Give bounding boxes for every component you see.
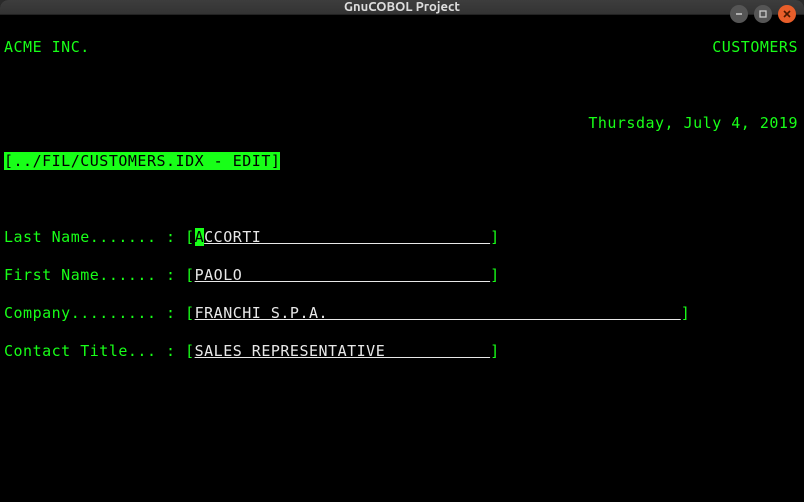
file-mode-line: [../FIL/CUSTOMERS.IDX - EDIT]	[4, 152, 280, 170]
field-label: Contact Title... :	[4, 342, 185, 360]
field-company: Company......... : [FRANCHI S.P.A. ]	[4, 304, 798, 323]
field-contact-title: Contact Title... : [SALES REPRESENTATIVE…	[4, 342, 798, 361]
field-label: First Name...... :	[4, 266, 185, 284]
contact-title-input[interactable]: SALES REPRESENTATIVE	[195, 342, 490, 360]
field-last-name: Last Name....... : [ACCORTI ]	[4, 228, 798, 247]
window-titlebar: GnuCOBOL Project	[0, 0, 804, 15]
field-label: Last Name....... :	[4, 228, 185, 246]
company-name: ACME INC.	[4, 38, 90, 57]
field-label: Company......... :	[4, 304, 185, 322]
screen-name: CUSTOMERS	[712, 38, 798, 57]
first-name-input[interactable]: PAOLO	[195, 266, 490, 284]
minimize-icon[interactable]	[730, 5, 748, 23]
terminal-screen: ACME INC. CUSTOMERS Thursday, July 4, 201…	[0, 15, 804, 502]
last-name-input[interactable]: ACCORTI	[195, 228, 490, 246]
cursor: A	[195, 228, 205, 246]
field-first-name: First Name...... : [PAOLO ]	[4, 266, 798, 285]
maximize-icon[interactable]	[754, 5, 772, 23]
close-icon[interactable]	[778, 5, 796, 23]
current-date: Thursday, July 4, 2019	[588, 114, 798, 133]
company-input[interactable]: FRANCHI S.P.A.	[195, 304, 681, 322]
window-title: GnuCOBOL Project	[344, 0, 460, 14]
window-controls	[730, 5, 796, 23]
